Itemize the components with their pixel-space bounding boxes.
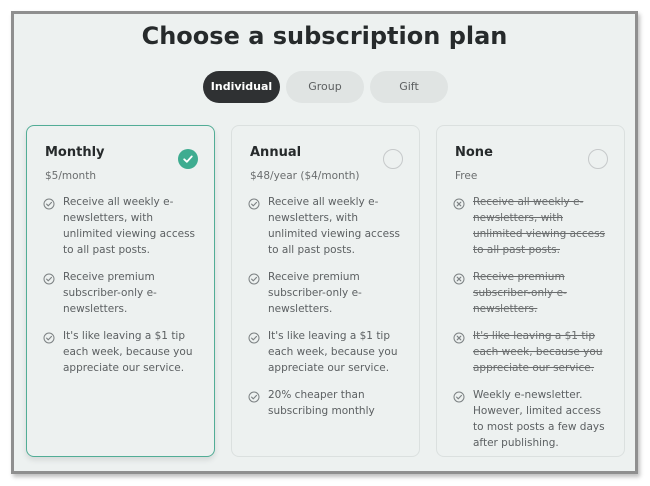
check-circle-icon (43, 329, 55, 344)
feature-item: Receive all weekly e-newsletters, with u… (43, 194, 202, 258)
x-circle-icon (453, 195, 465, 210)
x-circle-icon (453, 270, 465, 285)
subscription-panel: Choose a subscription plan Individual Gr… (11, 11, 638, 474)
feature-text: It's like leaving a $1 tip each week, be… (268, 330, 398, 374)
feature-item: It's like leaving a $1 tip each week, be… (453, 328, 612, 376)
x-circle-icon (453, 329, 465, 344)
check-circle-icon (248, 195, 260, 210)
plan-price: $48/year ($4/month) (250, 170, 360, 182)
check-circle-icon (248, 270, 260, 285)
plan-name: None (455, 145, 493, 160)
feature-item: 20% cheaper than subscribing monthly (248, 387, 407, 419)
feature-text: Receive premium subscriber-only e-newsle… (268, 271, 362, 315)
feature-item: It's like leaving a $1 tip each week, be… (43, 328, 202, 376)
plan-card-none[interactable]: None Free Receive all weekly e-newslette… (436, 125, 625, 457)
feature-text: 20% cheaper than subscribing monthly (268, 389, 375, 417)
feature-text: Receive all weekly e-newsletters, with u… (268, 196, 401, 256)
plan-card-monthly[interactable]: Monthly $5/month Receive all weekly e-ne… (26, 125, 215, 457)
feature-item: Receive all weekly e-newsletters, with u… (453, 194, 612, 258)
feature-text: Receive premium subscriber-only e-newsle… (473, 271, 567, 315)
check-circle-icon (248, 388, 260, 403)
feature-item: Receive premium subscriber-only e-newsle… (248, 269, 407, 317)
plan-name: Monthly (45, 145, 105, 160)
feature-list: Receive all weekly e-newsletters, with u… (453, 194, 612, 462)
plan-name: Annual (250, 145, 302, 160)
feature-text: Weekly e-newsletter. However, limited ac… (473, 389, 605, 449)
feature-text: It's like leaving a $1 tip each week, be… (473, 330, 603, 374)
feature-text: Receive premium subscriber-only e-newsle… (63, 271, 157, 315)
screenshot-frame: Choose a subscription plan Individual Gr… (0, 0, 650, 486)
feature-item: Receive all weekly e-newsletters, with u… (248, 194, 407, 258)
feature-text: It's like leaving a $1 tip each week, be… (63, 330, 193, 374)
feature-item: Receive premium subscriber-only e-newsle… (453, 269, 612, 317)
radio-empty-icon[interactable] (383, 149, 403, 169)
check-circle-icon (248, 329, 260, 344)
feature-item: It's like leaving a $1 tip each week, be… (248, 328, 407, 376)
selected-check-icon[interactable] (178, 149, 198, 169)
plan-card-annual[interactable]: Annual $48/year ($4/month) Receive all w… (231, 125, 420, 457)
feature-text: Receive all weekly e-newsletters, with u… (473, 196, 606, 256)
plan-price: $5/month (45, 170, 96, 182)
feature-item: Receive premium subscriber-only e-newsle… (43, 269, 202, 317)
feature-item: Weekly e-newsletter. However, limited ac… (453, 387, 612, 451)
tab-gift[interactable]: Gift (370, 71, 448, 103)
check-circle-icon (43, 270, 55, 285)
tab-individual[interactable]: Individual (203, 71, 280, 103)
radio-empty-icon[interactable] (588, 149, 608, 169)
feature-text: Receive all weekly e-newsletters, with u… (63, 196, 196, 256)
feature-list: Receive all weekly e-newsletters, with u… (248, 194, 407, 430)
tab-group[interactable]: Group (286, 71, 364, 103)
feature-list: Receive all weekly e-newsletters, with u… (43, 194, 202, 387)
check-circle-icon (453, 388, 465, 403)
plan-price: Free (455, 170, 478, 182)
page-title: Choose a subscription plan (141, 22, 508, 50)
check-circle-icon (43, 195, 55, 210)
